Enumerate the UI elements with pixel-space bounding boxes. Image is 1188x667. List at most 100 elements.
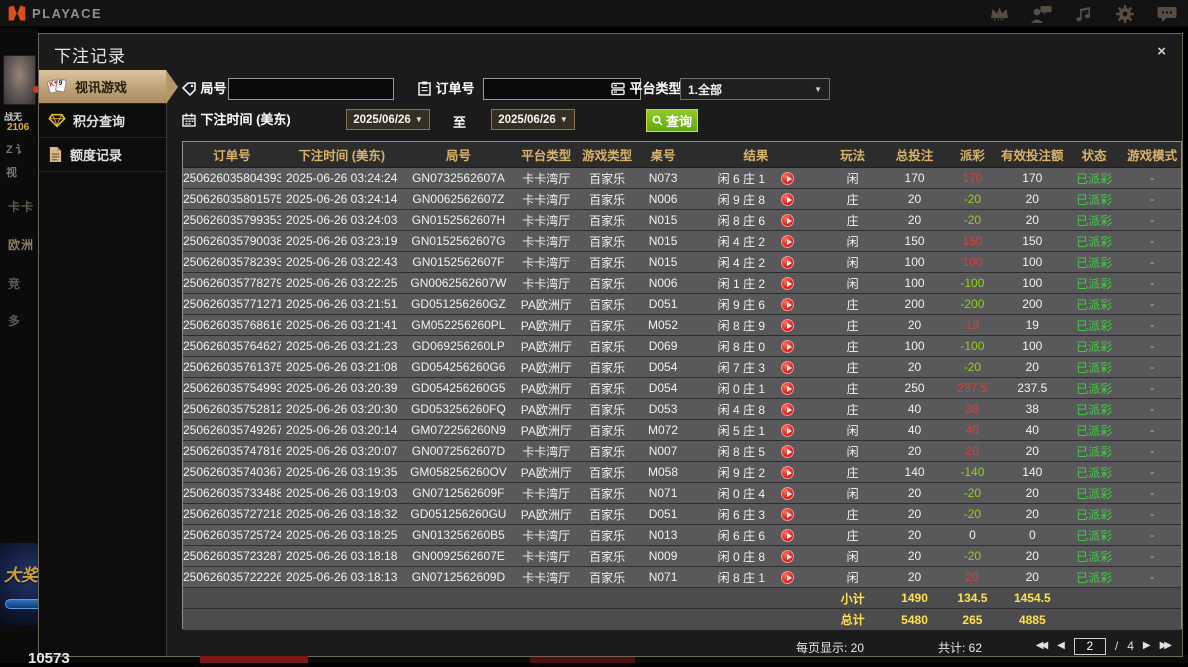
play-button[interactable] bbox=[781, 214, 794, 227]
close-icon[interactable]: × bbox=[1157, 43, 1166, 60]
play-button[interactable] bbox=[781, 550, 794, 563]
play-button[interactable] bbox=[781, 235, 794, 248]
cell-bet-time: 2025-06-26 03:20:39 bbox=[281, 381, 403, 395]
cell-payout: 170 bbox=[945, 171, 999, 185]
cell-round-no: GD051256260GU bbox=[403, 507, 515, 521]
cell-valid-bet: 20 bbox=[999, 549, 1065, 563]
chat-bubble-icon[interactable] bbox=[1156, 2, 1178, 26]
tab-kk-fragment[interactable]: 卡卡 bbox=[8, 198, 34, 215]
play-button[interactable] bbox=[781, 277, 794, 290]
cell-round-no: GN013256260B5 bbox=[403, 528, 515, 542]
first-page-button[interactable]: ◀◀ bbox=[1036, 637, 1048, 655]
sidebar-item-quota-records[interactable]: 额度记录 bbox=[39, 138, 166, 172]
cell-status: 已派彩 bbox=[1065, 464, 1123, 481]
sidebar-item-video-games[interactable]: K♥9 视讯游戏 bbox=[39, 70, 166, 104]
prev-page-button[interactable]: ◀ bbox=[1057, 637, 1065, 655]
tab-duo-fragment[interactable]: 多 bbox=[8, 312, 21, 329]
next-page-button[interactable]: ▶ bbox=[1143, 637, 1151, 655]
cell-round-no: GD069256260LP bbox=[403, 339, 515, 353]
vip-crown-icon[interactable]: VIP bbox=[988, 2, 1010, 26]
play-button[interactable] bbox=[781, 529, 794, 542]
to-label: 至 bbox=[453, 109, 466, 131]
total-pages-label: 4 bbox=[1127, 639, 1134, 653]
play-button[interactable] bbox=[781, 508, 794, 521]
last-page-button[interactable]: ▶▶ bbox=[1160, 637, 1172, 655]
cell-payout: -200 bbox=[945, 297, 999, 311]
cell-game-mode: - bbox=[1123, 528, 1181, 542]
sum-label: 小计 bbox=[822, 590, 884, 607]
tab-jing-fragment[interactable]: 竞 bbox=[8, 275, 21, 292]
cell-play-mode: 闲 bbox=[822, 275, 884, 292]
cell-play-mode: 庄 bbox=[822, 317, 884, 334]
play-button[interactable] bbox=[781, 340, 794, 353]
settings-gear-icon[interactable] bbox=[1114, 2, 1136, 26]
play-button[interactable] bbox=[781, 319, 794, 332]
play-button[interactable] bbox=[781, 172, 794, 185]
table-row: 2506260357900382025-06-26 03:23:19GN0152… bbox=[183, 231, 1181, 252]
play-button[interactable] bbox=[781, 571, 794, 584]
query-button[interactable]: 查询 bbox=[646, 109, 698, 132]
cell-game-type: 百家乐 bbox=[578, 191, 636, 208]
cell-payout: -20 bbox=[945, 486, 999, 500]
cell-platform: PA欧洲厅 bbox=[514, 317, 578, 334]
column-header: 游戏模式 bbox=[1123, 145, 1181, 164]
date-to-picker[interactable]: 2025/06/26▼ bbox=[491, 109, 575, 130]
play-button[interactable] bbox=[781, 361, 794, 374]
avatar[interactable] bbox=[3, 55, 36, 105]
cell-round-no: GD053256260FQ bbox=[403, 402, 515, 416]
background-sidebar: 战无 2106 Z 讠 视 卡卡 欧洲 竞 多 大奖 bbox=[0, 28, 38, 663]
platform-select[interactable]: 1.全部 ▼ bbox=[680, 78, 830, 100]
cell-total-bet: 20 bbox=[884, 528, 946, 542]
cell-game-mode: - bbox=[1123, 402, 1181, 416]
cell-total-bet: 20 bbox=[884, 360, 946, 374]
round-input[interactable] bbox=[228, 78, 394, 100]
cell-game-type: 百家乐 bbox=[578, 464, 636, 481]
play-button[interactable] bbox=[781, 298, 794, 311]
date-from-picker[interactable]: 2025/06/26▼ bbox=[346, 109, 430, 130]
cell-payout: -100 bbox=[945, 339, 999, 353]
chevron-down-icon: ▼ bbox=[814, 85, 822, 94]
cell-status: 已派彩 bbox=[1065, 338, 1123, 355]
cell-bet-time: 2025-06-26 03:21:41 bbox=[281, 318, 403, 332]
table-row: 2506260357613752025-06-26 03:21:08GD0542… bbox=[183, 357, 1181, 378]
play-button[interactable] bbox=[781, 445, 794, 458]
cell-total-bet: 40 bbox=[884, 423, 946, 437]
cell-platform: 卡卡湾厅 bbox=[514, 212, 578, 229]
cell-platform: 卡卡湾厅 bbox=[514, 233, 578, 250]
cell-play-mode: 闲 bbox=[822, 170, 884, 187]
cell-game-type: 百家乐 bbox=[578, 485, 636, 502]
cell-round-no: GN0732562607A bbox=[403, 171, 515, 185]
cell-status: 已派彩 bbox=[1065, 254, 1123, 271]
playace-logo-icon bbox=[7, 4, 27, 22]
table-row: 2506260357549932025-06-26 03:20:39GD0542… bbox=[183, 378, 1181, 399]
cell-valid-bet: 20 bbox=[999, 507, 1065, 521]
page-number-input[interactable] bbox=[1074, 638, 1106, 655]
cell-platform: 卡卡湾厅 bbox=[514, 443, 578, 460]
play-button[interactable] bbox=[781, 424, 794, 437]
cell-result: 闲 6 庄 6 bbox=[690, 527, 822, 544]
column-header: 局号 bbox=[403, 145, 515, 164]
play-button[interactable] bbox=[781, 466, 794, 479]
column-header: 下注时间 (美东) bbox=[281, 145, 403, 164]
support-chat-icon[interactable] bbox=[1030, 2, 1052, 26]
play-button[interactable] bbox=[781, 256, 794, 269]
music-icon[interactable] bbox=[1072, 2, 1094, 26]
play-button[interactable] bbox=[781, 403, 794, 416]
sidebar-item-points-query[interactable]: 积分查询 bbox=[39, 104, 166, 138]
cell-valid-bet: 40 bbox=[999, 423, 1065, 437]
cell-order-no: 250626035727218 bbox=[183, 507, 281, 521]
cell-game-type: 百家乐 bbox=[578, 443, 636, 460]
jackpot-banner[interactable]: 大奖 bbox=[0, 543, 38, 625]
background-red-button bbox=[200, 656, 308, 663]
cell-play-mode: 闲 bbox=[822, 233, 884, 250]
cell-bet-time: 2025-06-26 03:20:14 bbox=[281, 423, 403, 437]
play-button[interactable] bbox=[781, 382, 794, 395]
result-text: 闲 0 庄 4 bbox=[718, 485, 765, 502]
play-button[interactable] bbox=[781, 193, 794, 206]
result-text: 闲 8 庄 1 bbox=[718, 569, 765, 586]
cell-valid-bet: 20 bbox=[999, 360, 1065, 374]
tab-eu-fragment[interactable]: 欧洲 bbox=[8, 236, 34, 253]
cell-platform: PA欧洲厅 bbox=[514, 401, 578, 418]
cell-total-bet: 100 bbox=[884, 276, 946, 290]
play-button[interactable] bbox=[781, 487, 794, 500]
